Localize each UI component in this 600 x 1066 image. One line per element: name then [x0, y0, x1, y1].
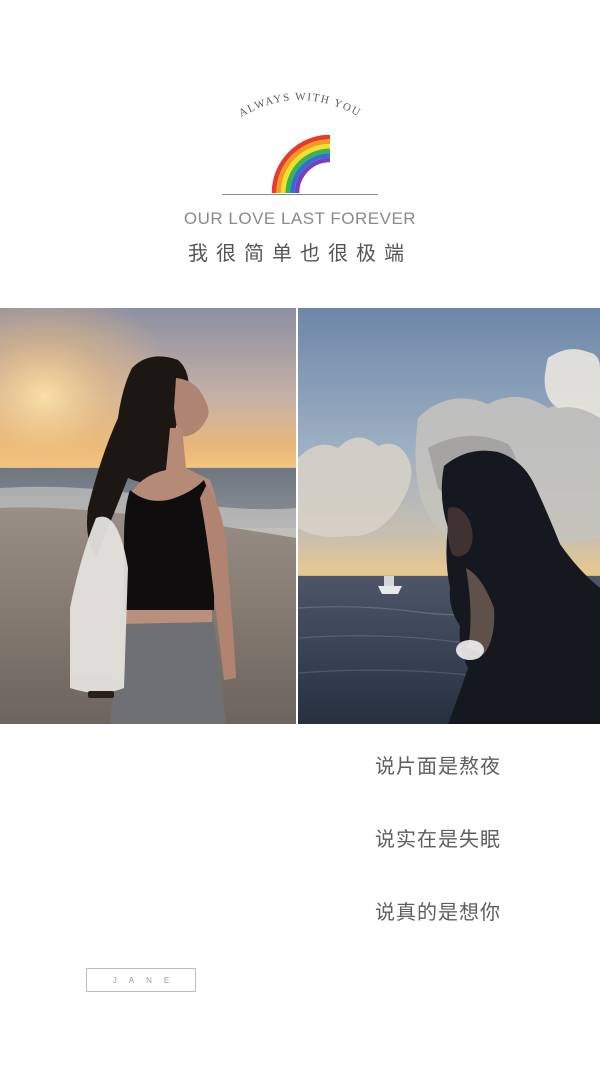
photo-seaside-silhouette	[298, 308, 600, 724]
tagline-english: OUR LOVE LAST FOREVER	[183, 209, 417, 228]
divider	[222, 194, 378, 195]
signature-text: JANE	[112, 975, 182, 985]
lyric-line-1: 说片面是熬夜	[375, 754, 501, 778]
photo-collage	[0, 308, 600, 724]
photo-beach-portrait	[0, 308, 296, 724]
header: ALWAYS WITH YOU OUR LOVE LAST FOREVER 我很…	[0, 0, 600, 300]
svg-text:ALWAYS WITH YOU: ALWAYS WITH YOU	[237, 91, 363, 120]
tagline-chinese: 我很简单也很极端	[188, 241, 412, 265]
lyric-line-3: 说真的是想你	[375, 900, 501, 924]
lyric-line-2: 说实在是失眠	[375, 827, 501, 851]
arc-text-label: ALWAYS WITH YOU	[237, 91, 362, 120]
lyrics: 说片面是熬夜 说实在是失眠 说真的是想你	[0, 740, 600, 940]
poster: ALWAYS WITH YOU OUR LOVE LAST FOREVER 我很…	[0, 0, 600, 1066]
rainbow-icon	[271, 135, 331, 194]
signature-box: JANE	[86, 968, 196, 992]
